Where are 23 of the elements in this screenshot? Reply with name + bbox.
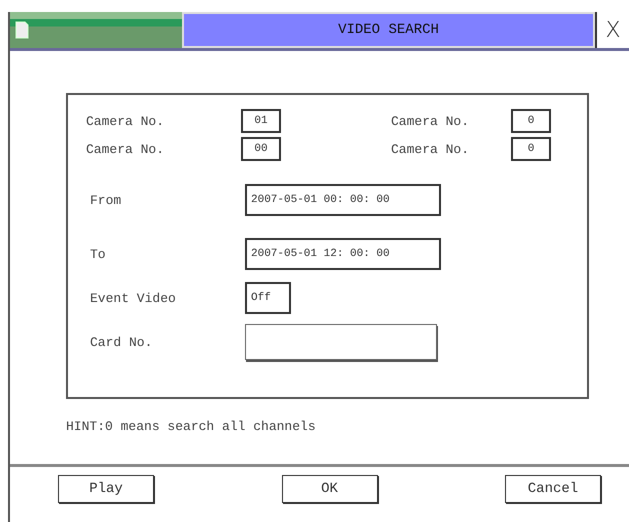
camera-field[interactable]: 01 [241,109,281,133]
field-label: Camera No. [86,142,166,156]
input-field[interactable]: 2007-05-01 12: 00: 00 [245,238,441,270]
field-label: Camera No. [391,114,470,128]
camera-field[interactable]: 0 [511,109,551,133]
dialog-button[interactable]: Cancel [505,475,601,503]
camera-field[interactable]: 00 [241,137,281,161]
hint-text: HINT:0 means search all channels [66,419,317,434]
field-label: From [89,192,122,208]
input-field[interactable] [245,324,437,360]
camera-field[interactable]: 0 [511,137,551,161]
field-label: Camera No. [86,114,166,128]
field-label: To [89,246,107,262]
field-label: Card No. [89,334,154,350]
toggle-field[interactable]: Off [245,282,291,314]
window-title: VIDEO SEARCH [182,12,595,48]
dialog-button[interactable]: OK [282,475,378,503]
input-field[interactable]: 2007-05-01 00: 00: 00 [245,184,441,216]
document-icon [14,20,30,40]
field-label: Camera No. [391,142,470,156]
dialog-button[interactable]: Play [58,475,154,503]
field-label: Event Video [89,290,177,306]
close-button[interactable]: X [595,12,629,48]
